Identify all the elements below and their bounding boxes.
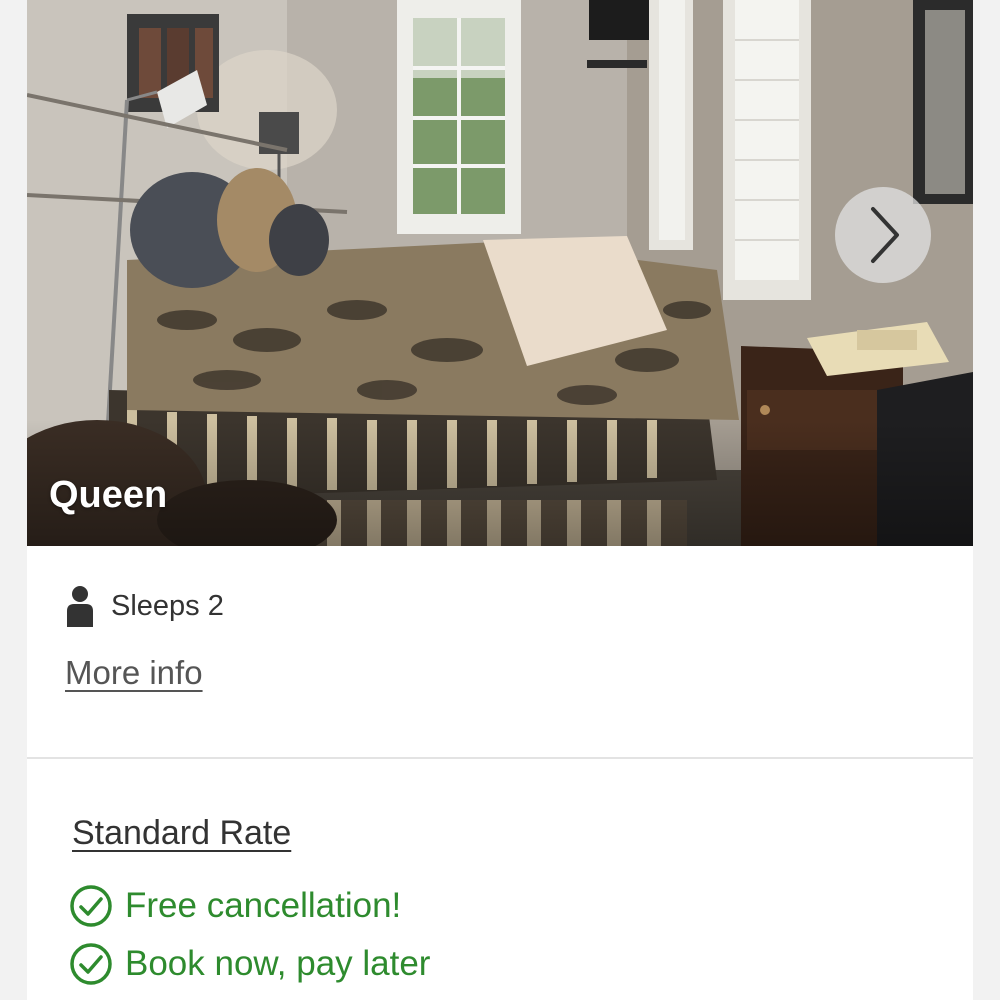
room-card: Queen Sleeps 2 More info Standard Rate F… [27, 0, 973, 1000]
check-circle-icon [70, 885, 112, 927]
chevron-right-icon [871, 207, 899, 263]
sleeps-info: Sleeps 2 [65, 584, 224, 628]
carousel-next-button[interactable] [835, 187, 931, 283]
section-divider [27, 757, 973, 759]
feature-label: Book now, pay later [125, 944, 431, 983]
room-name: Queen [49, 474, 168, 516]
sleeps-label: Sleeps 2 [111, 589, 224, 622]
rate-title[interactable]: Standard Rate [72, 814, 291, 853]
person-icon [67, 586, 93, 627]
feature-book-now-pay-later: Book now, pay later [69, 942, 430, 986]
room-photo[interactable]: Queen [27, 0, 973, 546]
check-circle-icon [70, 943, 112, 985]
more-info-link[interactable]: More info [65, 654, 203, 692]
feature-label: Free cancellation! [125, 886, 402, 925]
room-photo-illustration [27, 0, 973, 546]
feature-free-cancellation: Free cancellation! [69, 884, 401, 928]
